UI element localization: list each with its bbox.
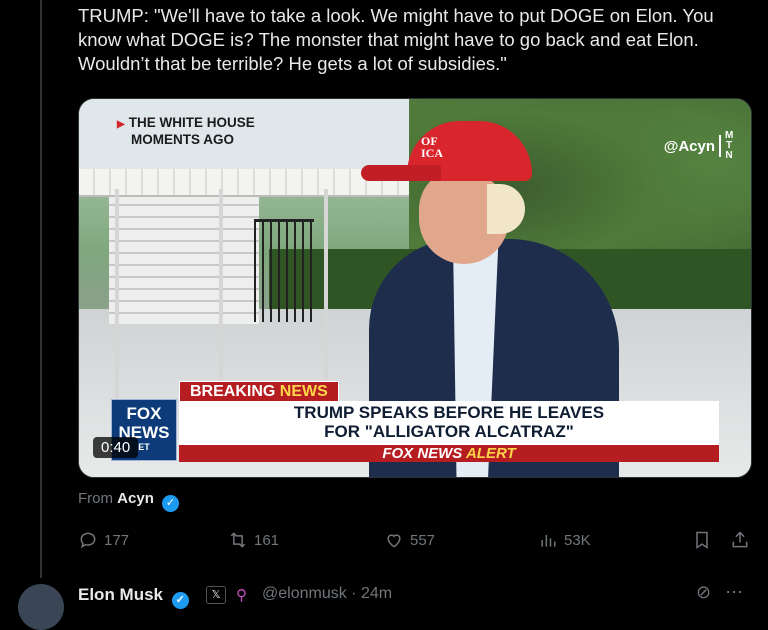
location-line2: MOMENTS AGO [131, 132, 234, 147]
tent-pole [219, 189, 223, 399]
tweet-actions: 177 161 557 53K [78, 530, 752, 554]
tent-pole [115, 189, 119, 399]
headline-line2: FOR "ALLIGATOR ALCATRAZ" [324, 422, 574, 441]
breaking-word: BREAKING [190, 383, 276, 400]
repost-count: 161 [254, 531, 280, 549]
reply-handle-time: @elonmusk · 24m [262, 585, 393, 602]
tent-pole [324, 189, 328, 399]
video-player[interactable]: OF ICA ▶ THE WHITE HOUSE MOMENTS AGO @Acy… [78, 98, 752, 478]
reply-icon [80, 532, 96, 549]
from-label: From [78, 490, 113, 507]
video-duration: 0:40 [93, 437, 139, 458]
headline-line1: TRUMP SPEAKS BEFORE HE LEAVES [293, 403, 605, 422]
avatar[interactable] [18, 584, 64, 630]
x-affiliate-icon: 𝕏 [206, 586, 226, 604]
news-word: NEWS [279, 383, 328, 400]
reply-count: 177 [104, 531, 130, 549]
reply-author-name-text: Elon Musk [78, 585, 164, 604]
more-icon[interactable]: ⋯ [725, 582, 757, 602]
affiliate-person-icon: ⚲ [236, 587, 247, 604]
lower-third: TRUMP SPEAKS BEFORE HE LEAVES FOR "ALLIG… [179, 401, 719, 445]
cap-text: OF ICA [421, 134, 444, 160]
location-tag: ▶ THE WHITE HOUSE MOMENTS AGO [117, 115, 255, 147]
alert-bar: FOX NEWS ALERT [179, 445, 719, 462]
watermark-handle: @Acyn [663, 137, 715, 155]
verified-badge-icon: ✓ [162, 495, 180, 512]
bookmark-icon [696, 531, 708, 549]
video-railing [254, 219, 314, 322]
views-count: 53K [564, 531, 591, 549]
like-count: 557 [410, 531, 436, 549]
alert-word: ALERT [465, 445, 516, 462]
grok-icon[interactable]: ⊘ [696, 582, 725, 602]
video-stairs [109, 194, 259, 324]
reply-button[interactable]: 177 [78, 530, 129, 550]
heart-icon [387, 534, 401, 548]
play-triangle-icon: ▶ [117, 119, 125, 130]
repost-icon [230, 532, 246, 548]
reply-author-name[interactable]: Elon Musk ✓ [78, 585, 189, 609]
cap-brim [361, 165, 441, 181]
share-button[interactable] [730, 530, 750, 550]
views-chart-icon [541, 535, 556, 547]
source-attribution: From Acyn ✓ [78, 490, 180, 512]
repost-button[interactable]: 161 [228, 530, 279, 550]
location-line1: THE WHITE HOUSE [128, 115, 255, 130]
watermark-logo: M T N [725, 130, 734, 161]
alert-prefix: FOX NEWS [382, 445, 463, 462]
breaking-news-label: BREAKING NEWS [179, 381, 339, 402]
watermark-separator [719, 135, 721, 157]
like-button[interactable]: 557 [384, 530, 435, 550]
watermark: @Acyn M T N [663, 130, 734, 161]
share-icon [732, 531, 748, 548]
source-name[interactable]: Acyn [117, 490, 154, 507]
bookmark-button[interactable] [692, 530, 712, 550]
hair [487, 184, 525, 234]
reply-tweet[interactable]: Elon Musk ✓ 𝕏 ⚲ @elonmusk · 24m ⊘⋯ [0, 578, 768, 630]
thread-line [40, 0, 42, 578]
headline: TRUMP SPEAKS BEFORE HE LEAVES FOR "ALLIG… [179, 403, 719, 441]
views-button[interactable]: 53K [538, 530, 591, 550]
verified-badge-icon: ✓ [171, 592, 189, 609]
tweet-text: TRUMP: "We'll have to take a look. We mi… [78, 5, 714, 74]
